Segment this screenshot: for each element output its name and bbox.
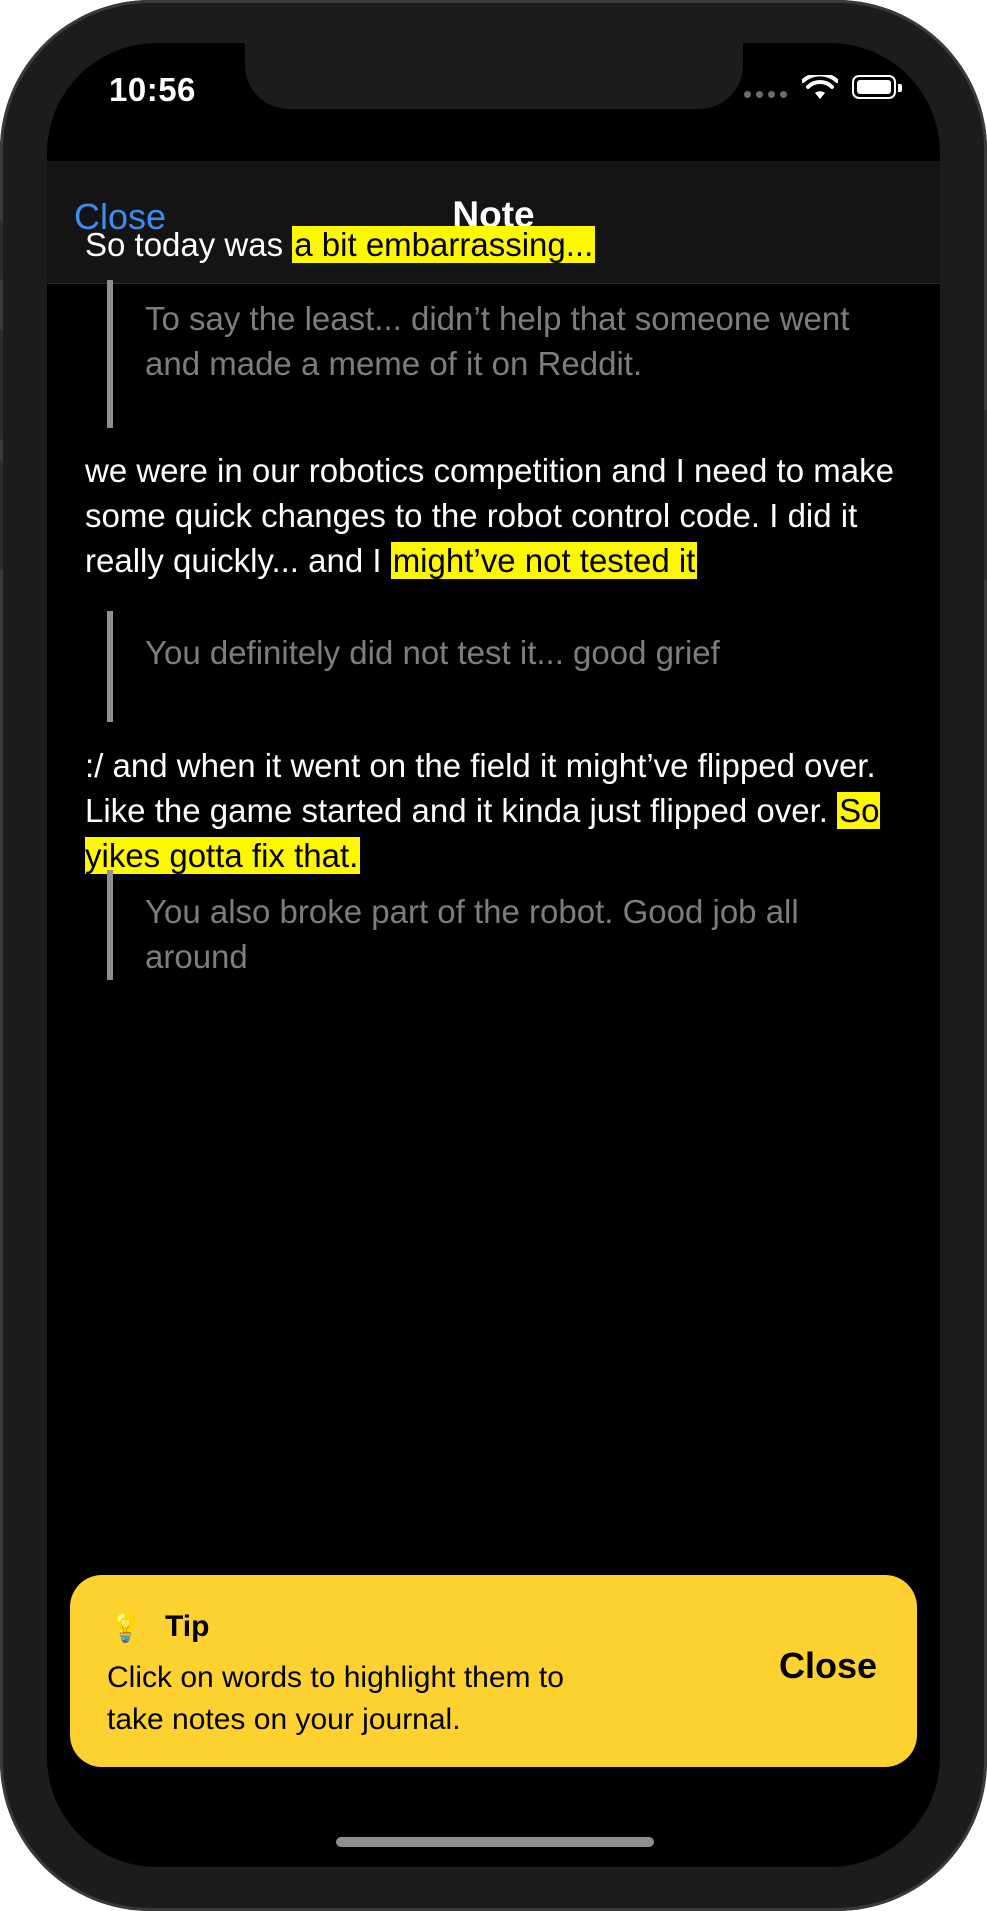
notch xyxy=(245,43,743,109)
screen: 10:56 Close Note So today was a bit emba… xyxy=(47,43,940,1867)
battery-icon xyxy=(852,75,902,99)
journal-paragraph[interactable]: So today was a bit embarrassing... xyxy=(85,222,905,267)
tip-body: Click on words to highlight them to take… xyxy=(107,1661,564,1736)
status-icons xyxy=(744,75,904,105)
lightbulb-icon: 💡 xyxy=(108,1612,143,1643)
volume-up-button xyxy=(0,330,3,440)
comment-text: You also broke part of the robot. Good j… xyxy=(145,893,799,975)
comment-text: You definitely did not test it... good g… xyxy=(145,634,720,671)
cellular-signal-icon xyxy=(744,91,790,99)
comment-text: To say the least... didn’t help that som… xyxy=(145,300,850,382)
journal-paragraph[interactable]: we were in our robotics competition and … xyxy=(85,448,905,583)
tip-title: Tip xyxy=(165,1610,210,1643)
comment-bar xyxy=(107,611,113,722)
comment-bar xyxy=(107,870,113,980)
comment-bar xyxy=(107,280,113,428)
mute-switch xyxy=(0,220,3,280)
highlighted-text[interactable]: a bit embarrassing... xyxy=(292,226,596,263)
volume-down-button xyxy=(0,460,3,570)
paragraph-text[interactable]: :/ and when it went on the field it migh… xyxy=(85,747,876,829)
highlighted-text[interactable]: might’ve not tested it xyxy=(390,542,698,579)
status-time: 10:56 xyxy=(109,71,196,108)
home-indicator[interactable] xyxy=(336,1837,654,1847)
journal-paragraph[interactable]: :/ and when it went on the field it migh… xyxy=(85,743,905,878)
phone-frame: 10:56 Close Note So today was a bit emba… xyxy=(0,0,987,1911)
tip-close-button[interactable]: Close xyxy=(779,1645,877,1687)
tip-banner: 💡 Tip Click on words to highlight them t… xyxy=(70,1575,917,1767)
paragraph-text[interactable]: So today was xyxy=(85,226,292,263)
wifi-icon xyxy=(802,75,838,99)
